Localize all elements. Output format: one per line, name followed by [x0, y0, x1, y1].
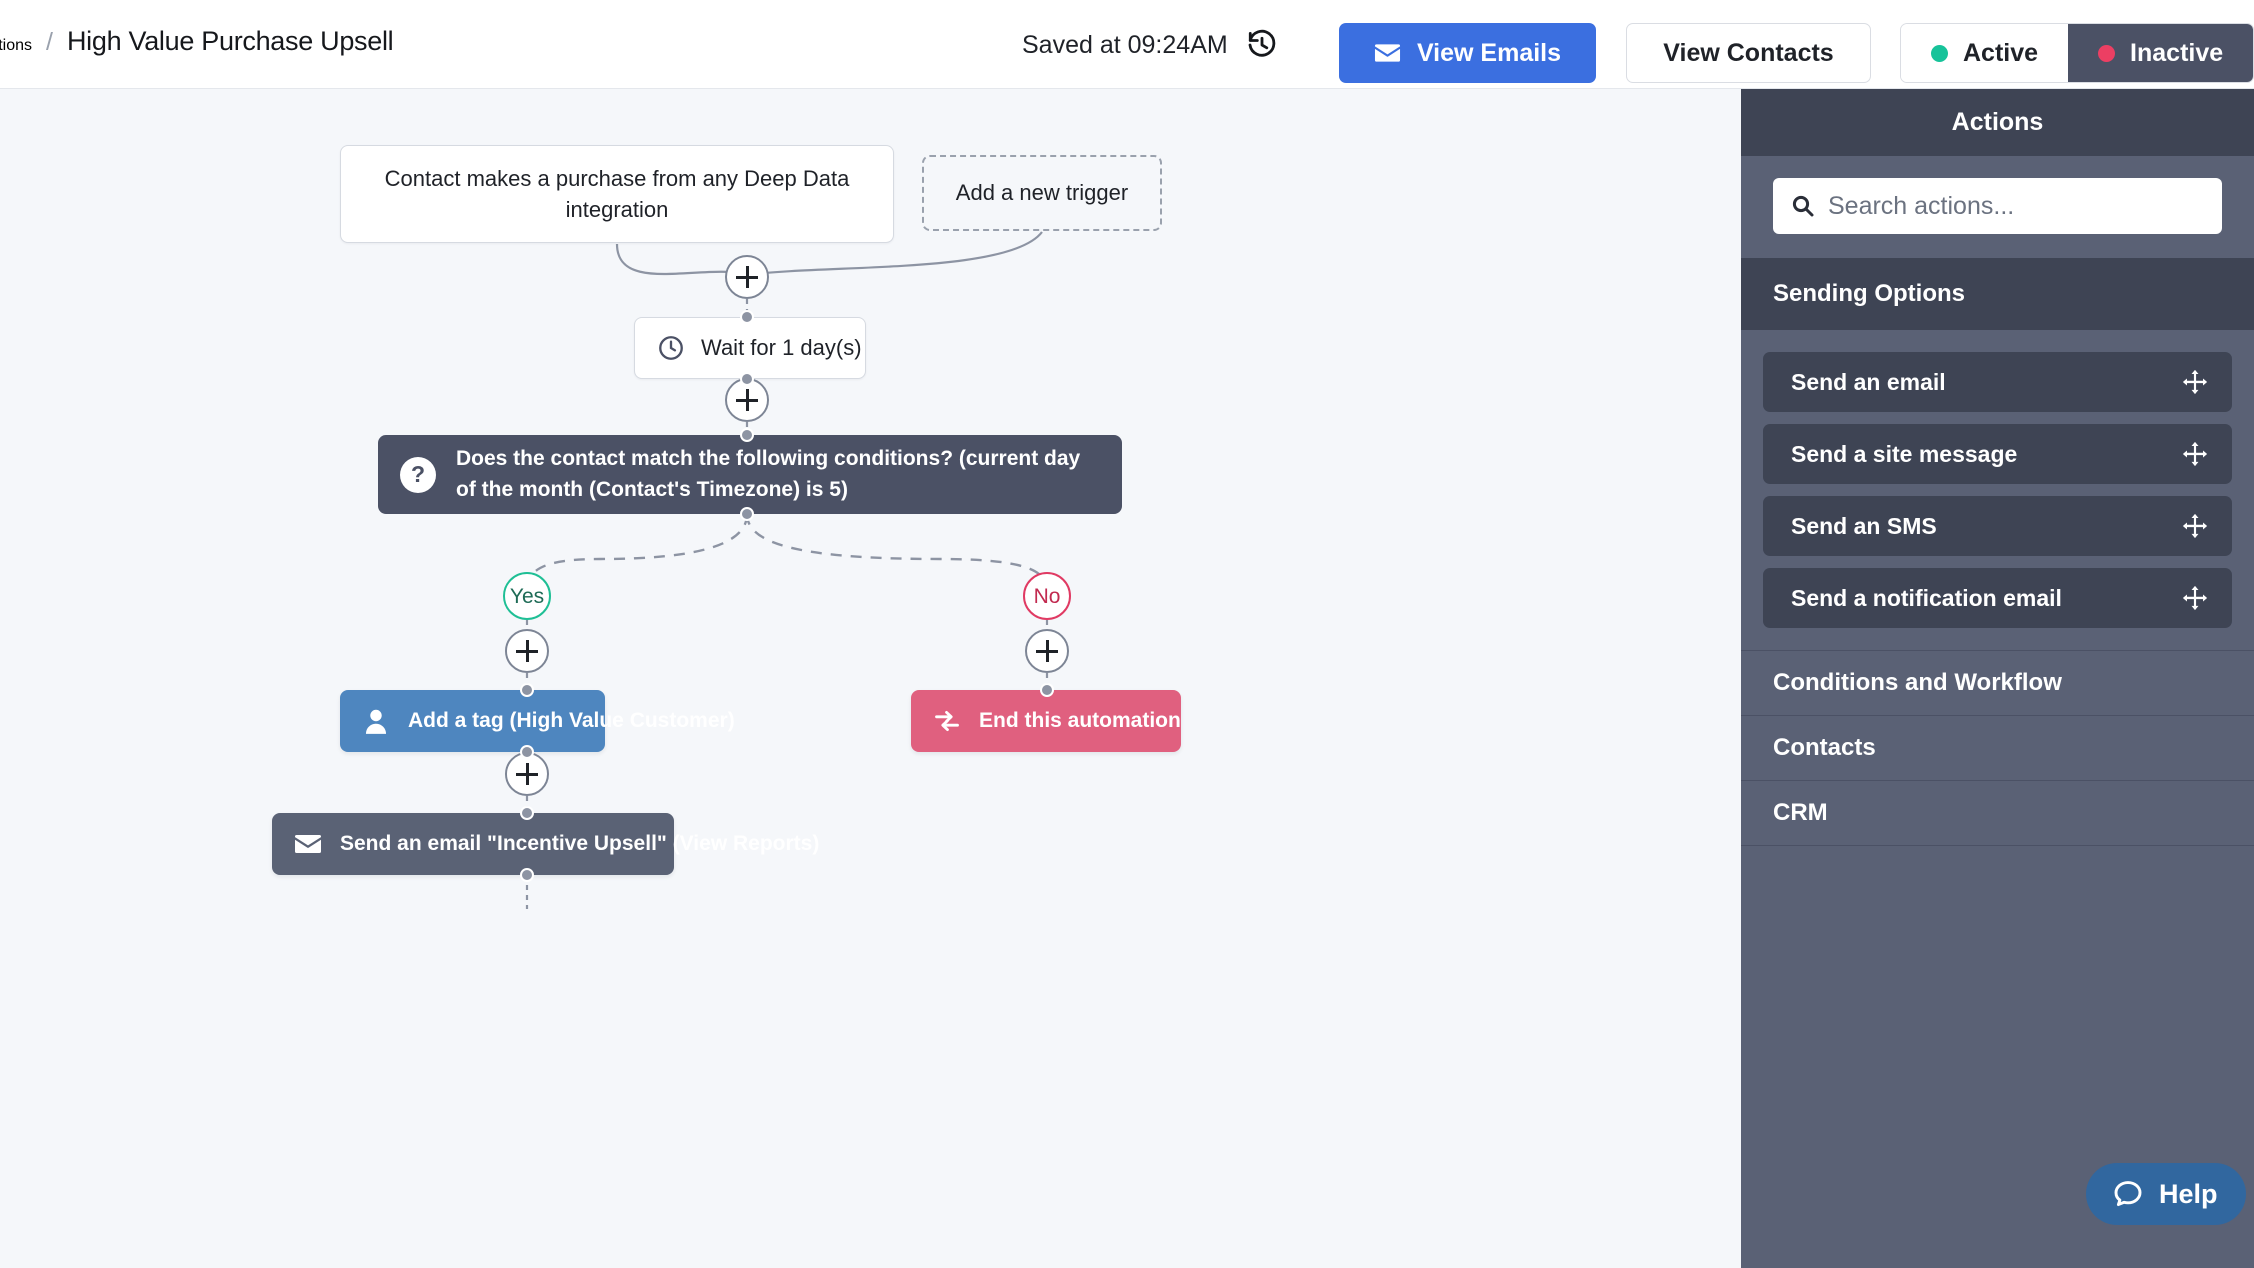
view-emails-label: View Emails [1416, 38, 1562, 67]
actions-panel-title: Actions [1741, 89, 2254, 156]
status-active-label: Active [1963, 38, 2039, 67]
user-icon [362, 707, 390, 735]
chat-bubble-icon [2112, 1178, 2144, 1210]
action-item-label: Send a site message [1791, 440, 2018, 467]
connector-lines [525, 231, 1049, 909]
saved-status-text: Saved at 09:24AM [1022, 30, 1228, 59]
action-list-sending-options: Send an email Send a site message Send a… [1741, 330, 2254, 650]
status-inactive-label: Inactive [2130, 38, 2224, 67]
move-handle-icon[interactable] [2182, 513, 2208, 539]
connector-anchor [740, 507, 754, 521]
connector-anchor [520, 806, 534, 820]
history-clock-rewind-icon[interactable] [1246, 29, 1278, 61]
connector-anchor [1040, 683, 1054, 697]
automation-canvas[interactable]: Contact makes a purchase from any Deep D… [0, 89, 1741, 1268]
question-mark-icon: ? [400, 456, 436, 493]
section-header-label: Contacts [1773, 734, 1876, 761]
section-header-label: CRM [1773, 799, 1828, 826]
condition-step-card[interactable]: ? Does the contact match the following c… [378, 435, 1122, 514]
connector-anchor [520, 868, 534, 882]
envelope-icon [1374, 43, 1401, 63]
section-header-label: Sending Options [1773, 280, 1965, 307]
send-email-step-card[interactable]: Send an email "Incentive Upsell" (View R… [272, 813, 819, 875]
move-handle-icon[interactable] [2182, 441, 2208, 467]
action-item-send-a-site-message[interactable]: Send a site message [1763, 424, 2232, 484]
connector-anchor [740, 372, 754, 386]
trigger-card[interactable]: Contact makes a purchase from any Deep D… [340, 145, 894, 243]
search-actions-input[interactable] [1828, 191, 2204, 221]
connector-anchor [520, 683, 534, 697]
move-handle-icon[interactable] [2182, 369, 2208, 395]
end-automation-step-label: End this automation [979, 709, 1181, 732]
add-step-plus-button-yes[interactable] [505, 629, 549, 673]
top-header-bar: mations / High Value Purchase Upsell Sav… [0, 0, 2254, 89]
action-item-label: Send an SMS [1791, 512, 1937, 539]
branch-no-label: No [1033, 584, 1061, 608]
save-status-group: Saved at 09:24AM [1022, 29, 1278, 61]
exchange-arrows-icon [933, 707, 961, 735]
actions-panel: Actions Sending Options Send an email [1741, 89, 2254, 1268]
wait-step-card[interactable]: Wait for 1 day(s) [634, 317, 866, 379]
status-toggle-inactive-option[interactable]: Inactive [2068, 24, 2254, 82]
wait-step-label: Wait for 1 day(s) [701, 335, 862, 360]
actions-panel-title-label: Actions [1951, 108, 2044, 136]
view-contacts-label: View Contacts [1663, 38, 1834, 67]
action-item-send-a-notification-email[interactable]: Send a notification email [1763, 568, 2232, 628]
branch-no-node[interactable]: No [1023, 572, 1071, 620]
connector-anchor [740, 428, 754, 442]
section-header-crm[interactable]: CRM [1741, 780, 2254, 845]
help-button-label: Help [2159, 1178, 2218, 1209]
status-dot-green-icon [1931, 44, 1948, 62]
section-header-sending-options[interactable]: Sending Options [1741, 258, 2254, 330]
search-actions-wrapper [1741, 156, 2254, 258]
condition-step-label: Does the contact match the following con… [456, 447, 1081, 501]
trigger-card-label: Contact makes a purchase from any Deep D… [384, 165, 850, 222]
breadcrumb-parent-link[interactable]: mations [0, 37, 32, 55]
action-item-send-an-email[interactable]: Send an email [1763, 352, 2232, 412]
section-header-label: Conditions and Workflow [1773, 669, 2062, 696]
status-toggle-active-option[interactable]: Active [1901, 24, 2069, 82]
add-step-plus-button-1[interactable] [725, 255, 769, 299]
section-header-contacts[interactable]: Contacts [1741, 715, 2254, 780]
section-header-conditions-and-workflow[interactable]: Conditions and Workflow [1741, 650, 2254, 715]
add-new-trigger-label: Add a new trigger [955, 180, 1129, 205]
page-title: High Value Purchase Upsell [66, 26, 394, 56]
move-handle-icon[interactable] [2182, 585, 2208, 611]
search-icon [1791, 194, 1815, 218]
add-new-trigger-card[interactable]: Add a new trigger [922, 155, 1162, 231]
action-item-label: Send a notification email [1791, 584, 2062, 611]
help-button[interactable]: Help [2086, 1163, 2246, 1225]
view-emails-button[interactable]: View Emails [1339, 23, 1596, 83]
panel-divider [1741, 845, 2254, 846]
branch-yes-node[interactable]: Yes [503, 572, 551, 620]
status-dot-pink-icon [2098, 44, 2116, 62]
status-toggle: Active Inactive [1900, 23, 2254, 83]
branch-yes-label: Yes [509, 584, 545, 608]
clock-icon [657, 334, 685, 362]
view-contacts-button[interactable]: View Contacts [1626, 23, 1871, 83]
end-automation-step-card[interactable]: End this automation [911, 690, 1181, 752]
connector-anchor [740, 310, 754, 324]
breadcrumb-separator: / [46, 28, 53, 56]
add-tag-step-label: Add a tag (High Value Customer) [408, 709, 735, 732]
breadcrumb: mations / High Value Purchase Upsell [0, 26, 394, 57]
connector-anchor [520, 745, 534, 759]
envelope-icon [294, 830, 322, 858]
add-tag-step-card[interactable]: Add a tag (High Value Customer) [340, 690, 735, 752]
send-email-step-label: Send an email "Incentive Upsell" (View R… [340, 832, 820, 855]
add-step-plus-button-no[interactable] [1025, 629, 1069, 673]
search-actions-box[interactable] [1773, 178, 2222, 234]
action-item-label: Send an email [1791, 368, 1946, 395]
action-item-send-an-sms[interactable]: Send an SMS [1763, 496, 2232, 556]
